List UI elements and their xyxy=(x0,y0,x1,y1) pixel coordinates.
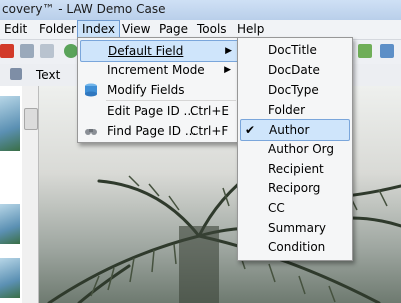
index-menu: Default Field ▶ Increment Mode ▶ Modify … xyxy=(77,37,242,143)
submenu-arrow-icon: ▶ xyxy=(224,65,231,75)
menu-item-edit-page-id[interactable]: Edit Page ID ... Ctrl+E xyxy=(80,101,237,121)
thumbnail-panel xyxy=(0,86,23,303)
menu-page[interactable]: Page xyxy=(155,21,192,38)
menu-item-label: Default Field xyxy=(108,44,184,58)
field-item-summary[interactable]: Summary xyxy=(240,218,348,238)
field-item-label: Recipient xyxy=(268,162,324,176)
menu-edit[interactable]: Edit xyxy=(0,21,31,38)
binoculars-icon xyxy=(84,124,98,138)
menu-item-shortcut: Ctrl+E xyxy=(190,104,229,118)
menu-folder[interactable]: Folder xyxy=(35,21,80,38)
menu-item-default-field[interactable]: Default Field ▶ xyxy=(80,40,239,62)
menu-help[interactable]: Help xyxy=(233,21,268,38)
menu-item-label: Edit Page ID ... xyxy=(107,104,195,118)
field-item-label: DocTitle xyxy=(268,43,317,57)
page-thumbnail[interactable] xyxy=(0,96,20,151)
field-item-label: Summary xyxy=(268,221,326,235)
menu-item-label: Find Page ID ... xyxy=(107,124,197,138)
field-item-label: Condition xyxy=(268,240,326,254)
checkmark-icon: ✔ xyxy=(245,123,256,137)
database-icon xyxy=(84,83,98,97)
menu-item-find-page-id[interactable]: Find Page ID ... Ctrl+F xyxy=(80,121,237,141)
field-item-label: Author Org xyxy=(268,142,334,156)
print-icon[interactable] xyxy=(20,44,34,58)
text-label[interactable]: Text xyxy=(36,68,60,82)
submenu-arrow-icon: ▶ xyxy=(225,46,232,56)
page-thumbnail[interactable] xyxy=(0,204,20,244)
default-field-submenu: DocTitle DocDate DocType Folder ✔ Author… xyxy=(237,37,353,261)
menu-item-modify-fields[interactable]: Modify Fields xyxy=(80,80,237,100)
menu-view[interactable]: View xyxy=(118,21,154,38)
menu-item-increment-mode[interactable]: Increment Mode ▶ xyxy=(80,60,237,80)
field-item-doctitle[interactable]: DocTitle xyxy=(240,40,348,60)
export-icon[interactable] xyxy=(358,44,372,58)
page-thumbnail[interactable] xyxy=(0,258,20,298)
text-icon[interactable] xyxy=(10,68,22,80)
field-item-label: Folder xyxy=(268,103,306,117)
menu-item-label: Modify Fields xyxy=(107,83,185,97)
field-item-reciporg[interactable]: Reciporg xyxy=(240,178,348,198)
scrollbar-thumb[interactable] xyxy=(24,108,38,130)
field-item-author-org[interactable]: Author Org xyxy=(240,139,348,159)
window-title: covery™ - LAW Demo Case xyxy=(2,2,166,16)
field-item-label: Author xyxy=(269,123,310,137)
scan-icon[interactable] xyxy=(40,44,54,58)
zoom-icon[interactable] xyxy=(64,44,78,58)
field-item-label: DocType xyxy=(268,83,319,97)
field-item-docdate[interactable]: DocDate xyxy=(240,60,348,80)
delete-icon[interactable] xyxy=(0,44,14,58)
menu-tools[interactable]: Tools xyxy=(193,21,231,38)
field-item-doctype[interactable]: DocType xyxy=(240,80,348,100)
field-item-label: CC xyxy=(268,201,285,215)
field-item-recipient[interactable]: Recipient xyxy=(240,159,348,179)
field-item-label: DocDate xyxy=(268,63,320,77)
menu-item-shortcut: Ctrl+F xyxy=(190,124,229,138)
field-item-folder[interactable]: Folder xyxy=(240,100,348,120)
settings-icon[interactable] xyxy=(380,44,394,58)
field-item-cc[interactable]: CC xyxy=(240,198,348,218)
title-bar: covery™ - LAW Demo Case xyxy=(0,0,401,21)
field-item-label: Reciporg xyxy=(268,181,321,195)
menu-item-label: Increment Mode xyxy=(107,63,205,77)
field-item-author[interactable]: ✔ Author xyxy=(240,119,350,141)
field-item-condition[interactable]: Condition xyxy=(240,237,348,257)
